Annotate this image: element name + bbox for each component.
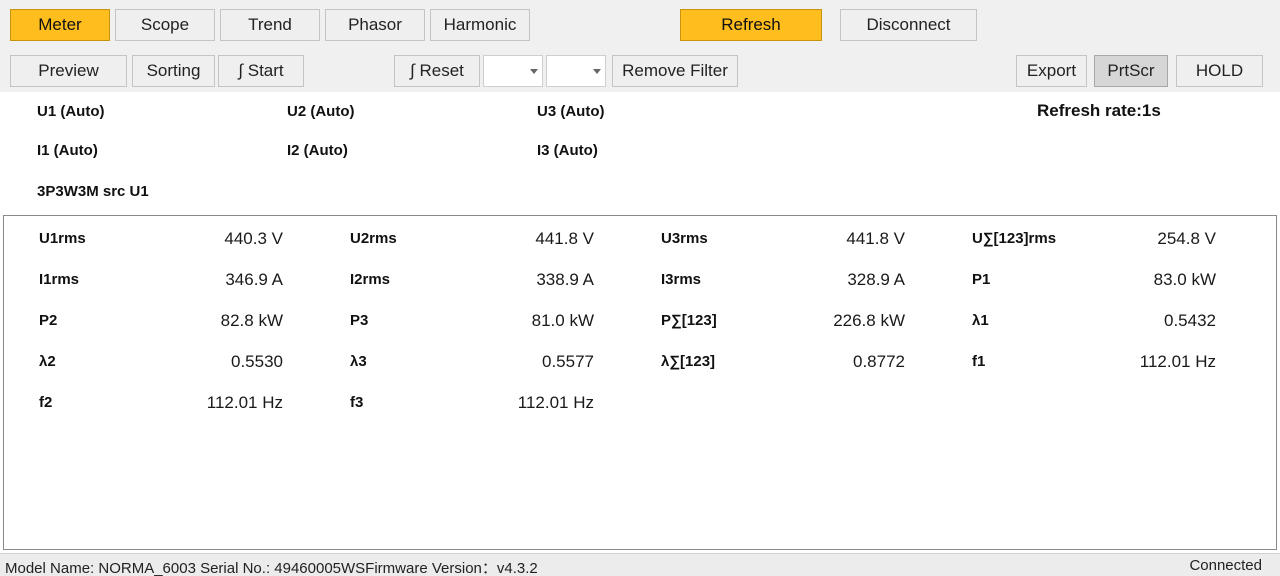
refresh-button[interactable]: Refresh bbox=[680, 9, 822, 41]
reading-value: 441.8 V bbox=[535, 229, 594, 248]
channel-i3-range: I3 (Auto) bbox=[537, 142, 598, 159]
reading-value: 112.01 Hz bbox=[206, 393, 283, 412]
reading-value: 81.0 kW bbox=[531, 311, 594, 330]
integration-reset-button[interactable]: ∫ Reset bbox=[394, 55, 480, 87]
filter-combo-2[interactable] bbox=[546, 55, 606, 87]
reading-label: P2 bbox=[39, 312, 58, 329]
tab-harmonic[interactable]: Harmonic bbox=[430, 9, 530, 41]
reading-value: 82.8 kW bbox=[220, 311, 283, 330]
reading-value: 83.0 kW bbox=[1153, 270, 1216, 289]
channel-u2-range: U2 (Auto) bbox=[287, 103, 355, 120]
wiring-mode-label: 3P3W3M src U1 bbox=[37, 183, 149, 200]
connection-status: Connected bbox=[1189, 557, 1262, 574]
reading-label: P1 bbox=[972, 271, 991, 288]
reading-label: λ2 bbox=[39, 353, 56, 370]
reading-value: 440.3 V bbox=[224, 229, 283, 248]
reading-value: 338.9 A bbox=[536, 270, 594, 289]
reading-label: λ1 bbox=[972, 312, 989, 329]
reading-value: 112.01 Hz bbox=[517, 393, 594, 412]
reading-value: 0.8772 bbox=[853, 352, 905, 371]
status-bar: Model Name: NORMA_6003 Serial No.: 49460… bbox=[0, 553, 1280, 576]
disconnect-button[interactable]: Disconnect bbox=[840, 9, 977, 41]
tab-scope[interactable]: Scope bbox=[115, 9, 215, 41]
reading-label: I3rms bbox=[661, 271, 702, 288]
reading-label: λ∑[123] bbox=[661, 353, 716, 370]
reading-label: U1rms bbox=[39, 230, 86, 247]
reading-value: 346.9 A bbox=[225, 270, 283, 289]
reading-label: λ3 bbox=[350, 353, 367, 370]
reading-label: I2rms bbox=[350, 271, 391, 288]
chevron-down-icon bbox=[530, 69, 538, 74]
channel-i2-range: I2 (Auto) bbox=[287, 142, 348, 159]
refresh-rate-label: Refresh rate:1s bbox=[1037, 101, 1161, 120]
integration-start-button[interactable]: ∫ Start bbox=[218, 55, 304, 87]
reading-value: 0.5530 bbox=[231, 352, 283, 371]
reading-label: P∑[123] bbox=[661, 312, 717, 329]
channel-u1-range: U1 (Auto) bbox=[37, 103, 105, 120]
reading-value: 226.8 kW bbox=[833, 311, 905, 330]
reading-label: P3 bbox=[350, 312, 369, 329]
reading-value: 0.5432 bbox=[1164, 311, 1216, 330]
tab-trend[interactable]: Trend bbox=[220, 9, 320, 41]
reading-label: U3rms bbox=[661, 230, 708, 247]
reading-value: 328.9 A bbox=[847, 270, 905, 289]
reading-value: 254.8 V bbox=[1157, 229, 1216, 248]
chevron-down-icon bbox=[593, 69, 601, 74]
export-button[interactable]: Export bbox=[1016, 55, 1087, 87]
reading-label: f3 bbox=[350, 394, 364, 411]
channel-i1-range: I1 (Auto) bbox=[37, 142, 98, 159]
reading-label: f1 bbox=[972, 353, 986, 370]
device-info-text: Model Name: NORMA_6003 Serial No.: 49460… bbox=[5, 560, 538, 576]
preview-button[interactable]: Preview bbox=[10, 55, 127, 87]
meter-readings-panel: U1rms 440.3 V U2rms 441.8 V U3rms 441.8 … bbox=[3, 215, 1277, 550]
reading-label: U2rms bbox=[350, 230, 397, 247]
reading-value: 441.8 V bbox=[846, 229, 905, 248]
hold-button[interactable]: HOLD bbox=[1176, 55, 1263, 87]
reading-value: 112.01 Hz bbox=[1139, 352, 1216, 371]
channel-u3-range: U3 (Auto) bbox=[537, 103, 605, 120]
reading-label: f2 bbox=[39, 394, 53, 411]
reading-label: I1rms bbox=[39, 271, 80, 288]
tab-meter[interactable]: Meter bbox=[10, 9, 110, 41]
tab-phasor[interactable]: Phasor bbox=[325, 9, 425, 41]
prtscr-button[interactable]: PrtScr bbox=[1094, 55, 1168, 87]
filter-combo-1[interactable] bbox=[483, 55, 543, 87]
remove-filter-button[interactable]: Remove Filter bbox=[612, 55, 738, 87]
reading-value: 0.5577 bbox=[542, 352, 594, 371]
sorting-button[interactable]: Sorting bbox=[132, 55, 215, 87]
reading-label: U∑[123]rms bbox=[972, 230, 1057, 247]
